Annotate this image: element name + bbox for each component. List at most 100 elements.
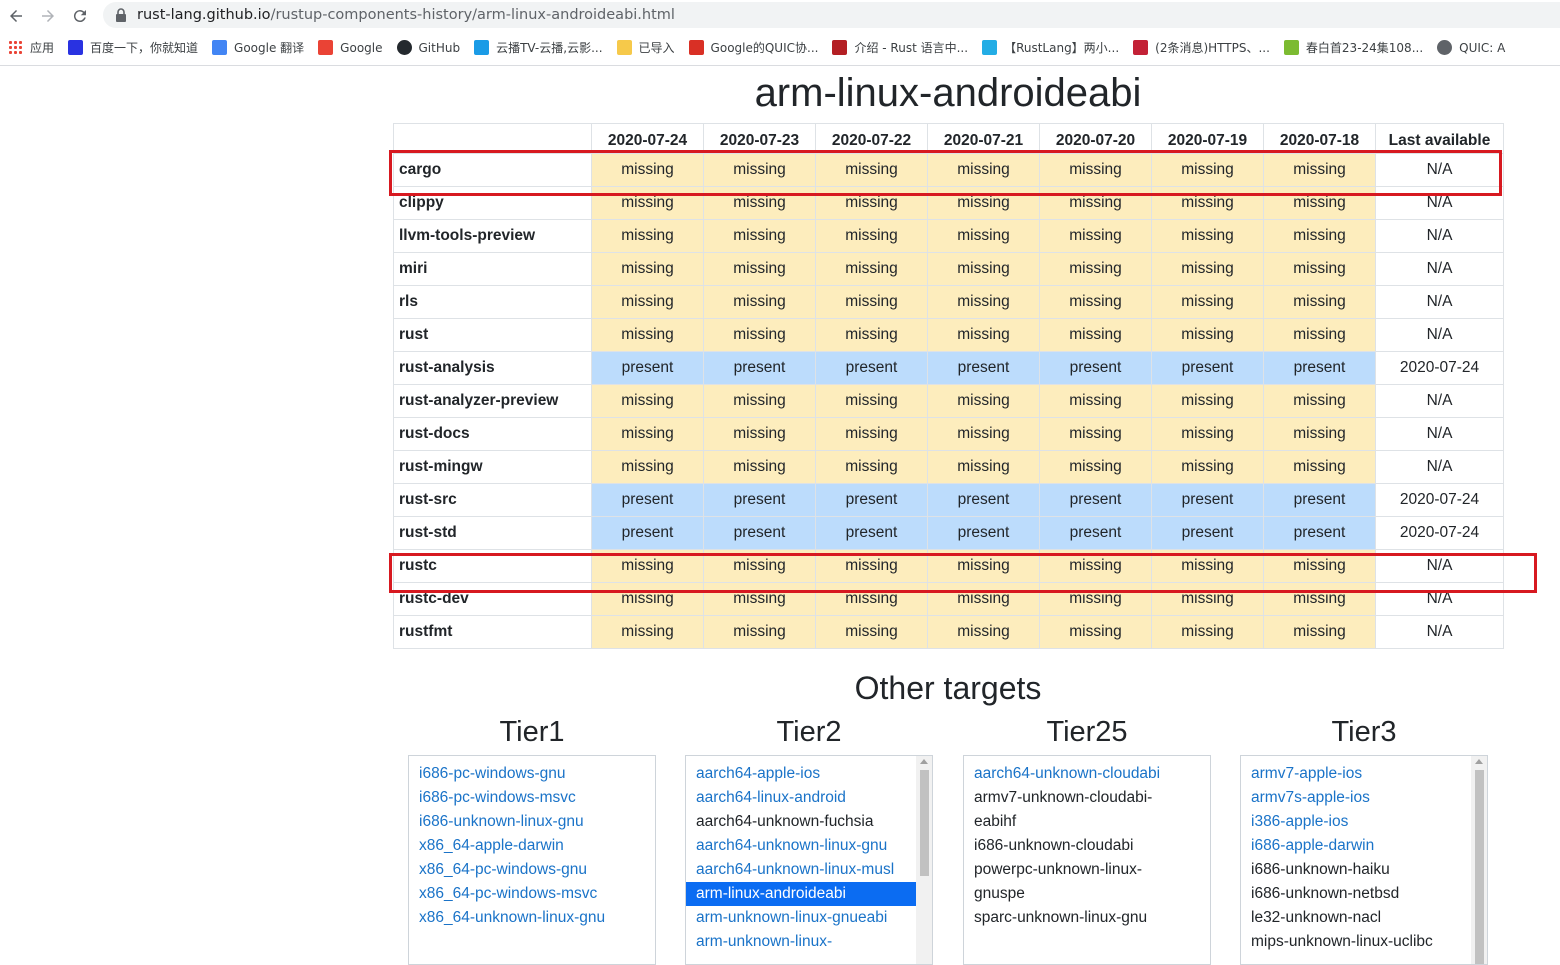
status-cell: missing: [591, 285, 704, 319]
bookmark-item[interactable]: 应用: [8, 39, 54, 56]
last-available-cell: N/A: [1375, 417, 1504, 451]
target-option[interactable]: aarch64-unknown-cloudabi: [974, 762, 1210, 786]
tier-title: Tier3: [1331, 716, 1397, 748]
target-option[interactable]: armv7s-apple-ios: [1251, 786, 1487, 810]
scroll-up-arrow-icon[interactable]: [1475, 759, 1483, 764]
status-cell: missing: [1039, 186, 1152, 220]
status-cell: present: [703, 351, 816, 385]
list-scrollbar[interactable]: [916, 756, 932, 964]
last-available-cell: N/A: [1375, 318, 1504, 352]
status-cell: missing: [815, 417, 928, 451]
bookmark-item[interactable]: 【RustLang】两小...: [982, 39, 1119, 56]
bookmark-item[interactable]: Google的QUIC协...: [688, 39, 818, 56]
target-option[interactable]: aarch64-unknown-linux-musl: [696, 858, 932, 882]
target-option-selected[interactable]: arm-linux-androideabi: [686, 882, 916, 906]
last-available-cell: N/A: [1375, 252, 1504, 286]
target-option[interactable]: i686-pc-windows-gnu: [419, 762, 655, 786]
target-option[interactable]: le32-unknown-nacl: [1251, 906, 1487, 930]
forward-button[interactable]: [32, 0, 64, 31]
rust-book-icon: [832, 40, 848, 55]
tier-target-list[interactable]: aarch64-apple-ios aarch64-linux-android aa…: [685, 755, 933, 965]
component-name: rls: [393, 285, 592, 319]
target-option[interactable]: aarch64-unknown-fuchsia: [696, 810, 932, 834]
bookmark-item[interactable]: QUIC: A: [1437, 40, 1505, 55]
status-cell: missing: [591, 450, 704, 484]
target-option[interactable]: aarch64-unknown-linux-gnu: [696, 834, 932, 858]
target-option[interactable]: aarch64-apple-ios: [696, 762, 932, 786]
target-option[interactable]: arm-unknown-linux-: [696, 930, 932, 954]
status-cell: present: [927, 483, 1040, 517]
last-available-cell: N/A: [1375, 285, 1504, 319]
component-name: rust-src: [393, 483, 592, 517]
column-header-date: 2020-07-19: [1151, 123, 1264, 154]
target-option[interactable]: x86_64-pc-windows-msvc: [419, 882, 655, 906]
bookmark-label: Google 翻译: [234, 41, 305, 55]
status-cell: missing: [927, 417, 1040, 451]
bookmark-item[interactable]: 云播TV-云播,云影...: [474, 39, 603, 56]
bookmark-item[interactable]: 介绍 - Rust 语言中...: [832, 39, 968, 56]
status-cell: missing: [591, 318, 704, 352]
bookmark-icon: [688, 40, 704, 55]
status-cell: missing: [927, 186, 1040, 220]
bookmark-item[interactable]: 春白首23-24集108...: [1283, 39, 1423, 56]
target-option[interactable]: powerpc-unknown-linux-gnuspe: [974, 858, 1174, 906]
last-available-cell: N/A: [1375, 384, 1504, 418]
status-cell: missing: [1039, 384, 1152, 418]
table-row: rust-src present present present present pres…: [393, 483, 1504, 517]
scrollbar-thumb[interactable]: [1475, 770, 1484, 964]
target-option[interactable]: armv7-unknown-cloudabi-eabihf: [974, 786, 1174, 834]
scrollbar-thumb[interactable]: [920, 770, 929, 876]
tier-target-list[interactable]: aarch64-unknown-cloudabi armv7-unknown-cl…: [963, 755, 1211, 965]
scroll-up-arrow-icon[interactable]: [920, 759, 928, 764]
target-option[interactable]: i686-unknown-cloudabi: [974, 834, 1210, 858]
tier-target-list[interactable]: armv7-apple-ios armv7s-apple-ios i386-appl…: [1240, 755, 1488, 965]
component-name: rustc-dev: [393, 582, 592, 616]
reload-button[interactable]: [64, 0, 96, 31]
bookmark-item[interactable]: 百度一下，你就知道: [68, 39, 198, 56]
bookmark-label: 介绍 - Rust 语言中...: [854, 41, 969, 55]
last-available-cell: 2020-07-24: [1375, 351, 1504, 385]
status-cell: missing: [591, 582, 704, 616]
tier-title: Tier2: [776, 716, 842, 748]
status-cell: missing: [815, 582, 928, 616]
google-g-icon: [318, 40, 334, 55]
bookmark-label: 【RustLang】两小...: [1004, 41, 1120, 55]
bookmark-item[interactable]: Google: [318, 40, 383, 55]
url-host: rust-lang.github.io: [137, 7, 271, 23]
baidu-paw-icon: [68, 40, 84, 55]
status-cell: missing: [1263, 153, 1376, 187]
last-available-cell: N/A: [1375, 450, 1504, 484]
target-option[interactable]: mips-unknown-linux-uclibc: [1251, 930, 1451, 954]
target-option[interactable]: i686-unknown-haiku: [1251, 858, 1487, 882]
target-option[interactable]: aarch64-linux-android: [696, 786, 932, 810]
status-cell: missing: [1151, 285, 1264, 319]
status-cell: missing: [1151, 186, 1264, 220]
target-option[interactable]: i686-unknown-linux-gnu: [419, 810, 655, 834]
reload-icon: [73, 9, 86, 22]
status-cell: missing: [1151, 252, 1264, 286]
list-scrollbar[interactable]: [1471, 756, 1487, 964]
target-option[interactable]: arm-unknown-linux-gnueabi: [696, 906, 932, 930]
target-option[interactable]: sparc-unknown-linux-gnu: [974, 906, 1210, 930]
target-option[interactable]: i686-apple-darwin: [1251, 834, 1487, 858]
bookmark-item[interactable]: GitHub: [396, 40, 460, 55]
address-bar[interactable]: rust-lang.github.io/rustup-components-hi…: [103, 2, 1560, 28]
bookmark-item[interactable]: (2条消息)HTTPS、...: [1133, 39, 1270, 56]
status-cell: present: [927, 351, 1040, 385]
apps-grid-icon: [8, 40, 23, 55]
status-cell: missing: [1039, 582, 1152, 616]
target-option[interactable]: i686-pc-windows-msvc: [419, 786, 655, 810]
target-option[interactable]: x86_64-unknown-linux-gnu: [419, 906, 655, 930]
component-name: rustc: [393, 549, 592, 583]
target-option[interactable]: x86_64-pc-windows-gnu: [419, 858, 655, 882]
bookmark-item[interactable]: Google 翻译: [212, 39, 304, 56]
target-option[interactable]: x86_64-apple-darwin: [419, 834, 655, 858]
bookmark-item[interactable]: 已导入: [616, 39, 675, 56]
back-button[interactable]: [0, 0, 32, 31]
status-cell: missing: [1263, 615, 1376, 649]
target-option[interactable]: i686-unknown-netbsd: [1251, 882, 1487, 906]
lock-icon: [116, 8, 126, 22]
target-option[interactable]: armv7-apple-ios: [1251, 762, 1487, 786]
tier-target-list[interactable]: i686-pc-windows-gnu i686-pc-windows-msvc i…: [408, 755, 656, 965]
target-option[interactable]: i386-apple-ios: [1251, 810, 1487, 834]
